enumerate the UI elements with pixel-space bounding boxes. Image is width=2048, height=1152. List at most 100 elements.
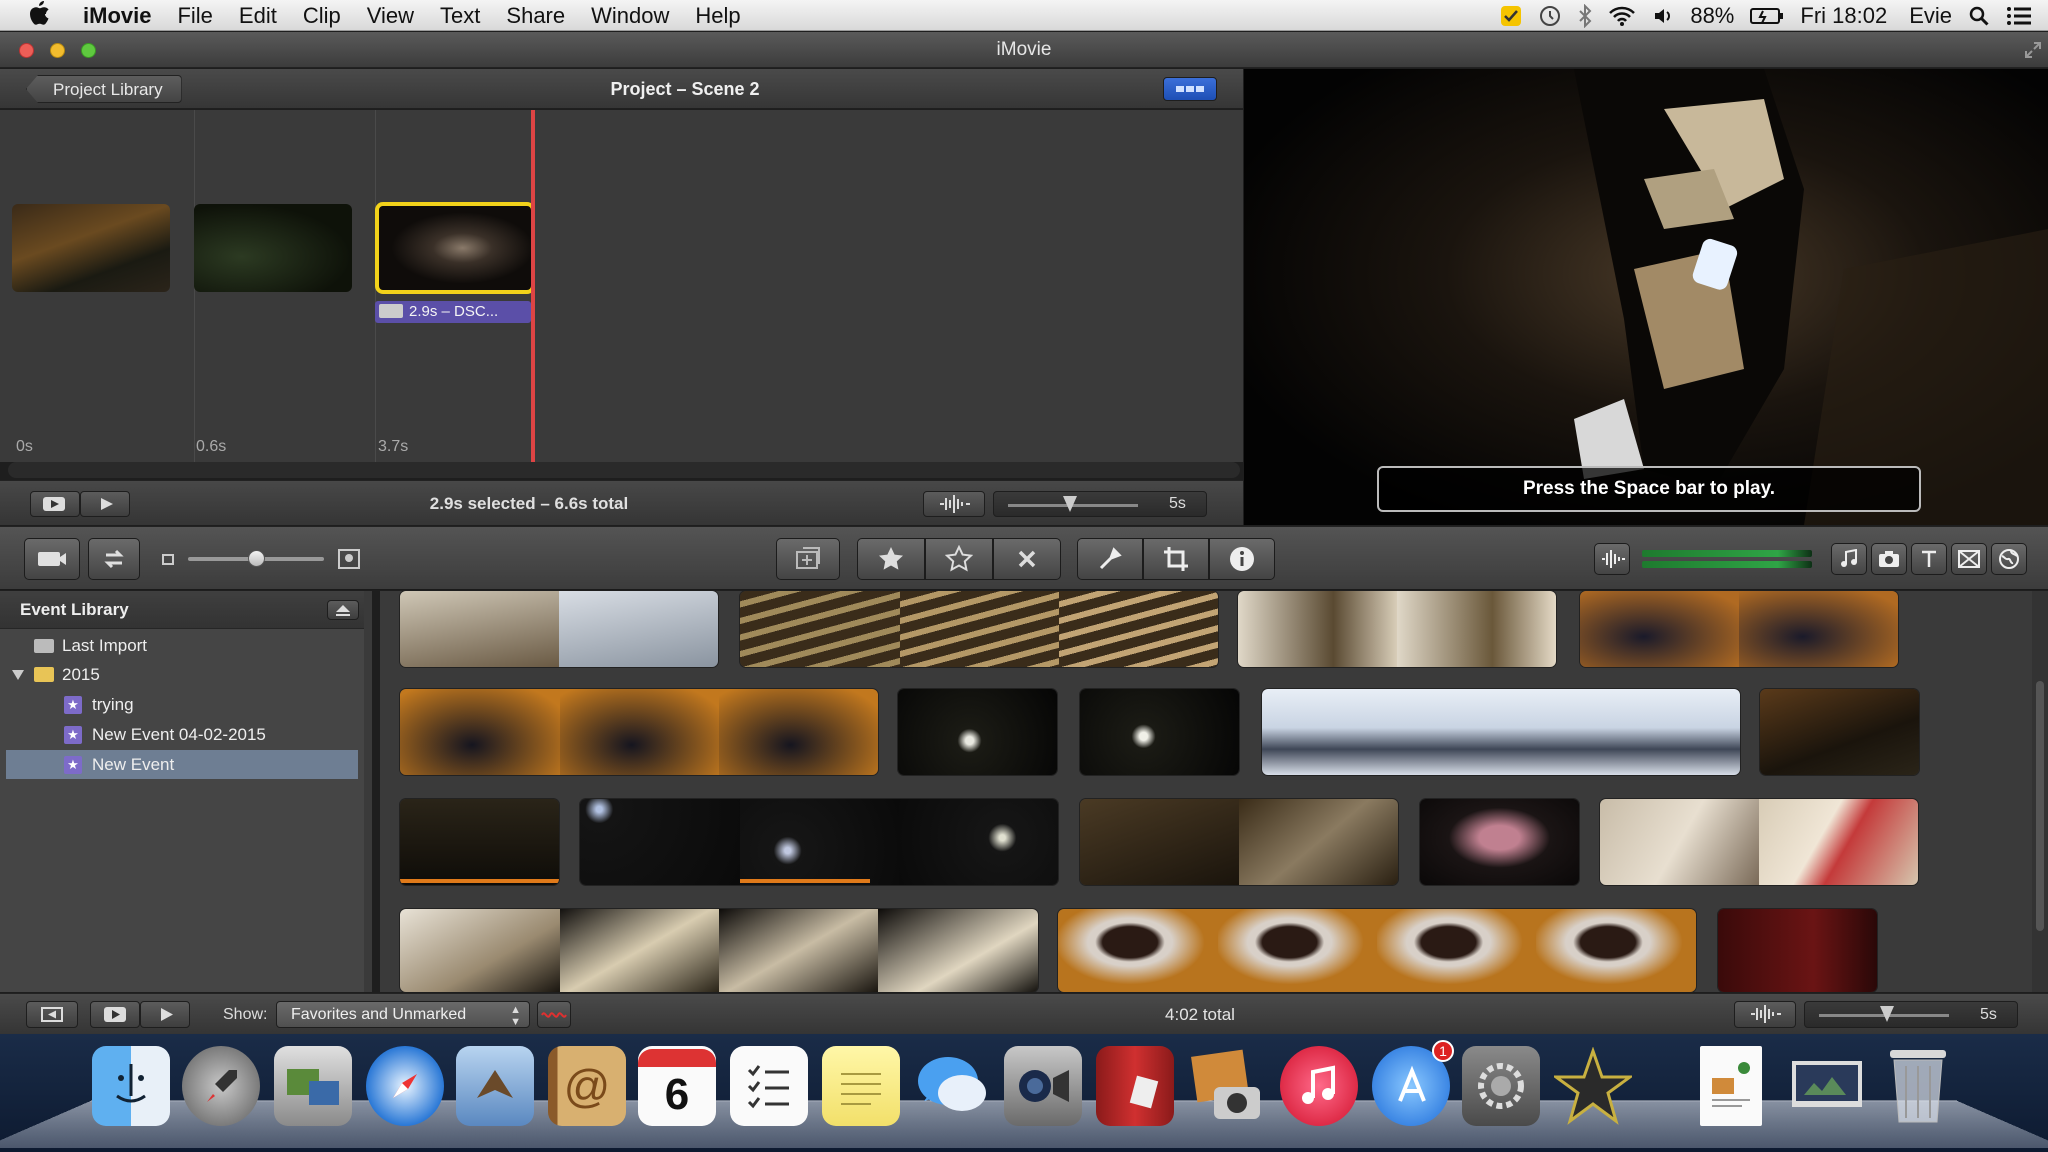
screenshot-stack-icon[interactable] [1786,1046,1872,1126]
crop-button[interactable] [1143,538,1209,580]
image-capture-icon[interactable] [274,1046,352,1126]
event-clip[interactable] [400,799,559,885]
menu-file[interactable]: File [164,0,225,31]
battery-icon[interactable] [1750,7,1784,25]
facetime-icon[interactable] [1004,1046,1082,1126]
event-clip[interactable] [1760,689,1919,775]
event-clip[interactable] [1718,909,1877,992]
event-item-new-event-04-02-2015[interactable]: ★ New Event 04-02-2015 [6,720,358,749]
event-item-new-event[interactable]: ★ New Event [6,750,358,779]
menu-text[interactable]: Text [427,0,493,31]
photo-browser-button[interactable] [1871,543,1907,575]
events-zoom-slider[interactable]: 5s [1804,1001,2018,1028]
browser-scrollbar[interactable] [2032,591,2048,992]
volume-icon[interactable] [1652,5,1674,27]
play-events-button[interactable] [140,1001,190,1028]
time-machine-icon[interactable] [1538,4,1562,28]
view-mode-button[interactable] [1163,77,1217,101]
project-scrollbar[interactable] [8,462,1240,478]
messages-icon[interactable] [914,1046,992,1126]
reminders-icon[interactable] [730,1046,808,1126]
photo-booth-icon[interactable] [1096,1046,1174,1126]
finder-icon[interactable] [92,1046,170,1126]
audio-skimming-button[interactable] [1594,543,1630,575]
show-hide-events-button[interactable] [26,1001,78,1028]
keyword-tool-button[interactable] [1077,538,1143,580]
event-clip[interactable] [1580,591,1898,667]
contacts-icon[interactable]: @ [548,1046,626,1126]
audio-skimming-toggle-button[interactable] [537,1001,571,1028]
event-clip[interactable] [1080,799,1398,885]
event-item-2015[interactable]: 2015 [6,660,358,689]
maps-browser-button[interactable] [1991,543,2027,575]
clip-title-label[interactable]: 2.9s – DSC... [375,301,531,323]
slider-knob[interactable] [248,550,265,567]
calendar-icon[interactable]: 6 [638,1046,716,1126]
slider-knob[interactable] [1063,496,1077,512]
import-camera-button[interactable] [24,538,80,580]
project-clip[interactable] [194,204,352,292]
wifi-icon[interactable] [1608,5,1636,27]
menu-app[interactable]: iMovie [70,0,164,31]
event-clip[interactable] [580,799,1058,885]
project-timeline[interactable]: 2.9s – DSC... 0s 0.6s 3.7s [0,110,1243,462]
show-filter-select[interactable]: Favorites and Unmarked ▲ ▼ [276,1001,530,1028]
menu-edit[interactable]: Edit [226,0,290,31]
document-icon[interactable] [1700,1046,1762,1126]
clip-size-slider[interactable] [188,550,324,567]
unmark-button[interactable] [925,538,993,580]
project-clip-selected[interactable] [375,202,535,294]
slider-knob[interactable] [1880,1006,1894,1022]
clock[interactable]: Fri 18:02 [1800,3,1887,29]
fullscreen-icon[interactable] [2024,41,2042,59]
play-fullscreen-events-button[interactable] [90,1001,140,1028]
add-to-project-button[interactable] [776,538,840,580]
menu-share[interactable]: Share [493,0,578,31]
checkmark-icon[interactable] [1500,5,1522,27]
thumbnail-zoom-slider[interactable]: 5s [993,491,1207,517]
event-clip[interactable] [1600,799,1918,885]
preview-viewer[interactable]: Press the Space bar to play. [1244,69,2048,525]
safari-icon[interactable] [366,1046,444,1126]
menu-clip[interactable]: Clip [290,0,354,31]
disclosure-triangle-icon[interactable] [12,670,24,680]
menu-view[interactable]: View [354,0,427,31]
event-item-last-import[interactable]: Last Import [6,631,358,660]
project-clip[interactable] [12,204,170,292]
launchpad-icon[interactable] [182,1046,260,1126]
system-preferences-icon[interactable] [1462,1046,1540,1126]
mark-favorite-button[interactable] [857,538,925,580]
spotlight-icon[interactable] [1968,5,1990,27]
event-clip[interactable] [400,909,1038,992]
imovie-icon[interactable] [1554,1046,1632,1126]
transitions-browser-button[interactable] [1951,543,1987,575]
event-browser[interactable] [380,591,2032,992]
swap-panes-button[interactable] [88,538,140,580]
audio-waveform-events-button[interactable] [1734,1001,1796,1028]
eject-button[interactable] [327,600,359,620]
event-clip[interactable] [1262,689,1740,775]
itunes-icon[interactable] [1280,1046,1358,1126]
titles-browser-button[interactable] [1911,543,1947,575]
apple-icon[interactable] [0,0,70,31]
event-clip[interactable] [740,591,1218,667]
list-icon[interactable] [2006,5,2032,27]
event-clip[interactable] [400,689,878,775]
event-clip[interactable] [1080,689,1239,775]
audio-waveform-button[interactable] [923,491,985,517]
menu-window[interactable]: Window [578,0,682,31]
playhead[interactable] [531,110,535,462]
event-item-trying[interactable]: ★ trying [6,690,358,719]
mail-icon[interactable] [456,1046,534,1126]
event-clip[interactable] [898,689,1057,775]
event-clip[interactable] [400,591,718,667]
inspector-button[interactable] [1209,538,1275,580]
music-browser-button[interactable] [1831,543,1867,575]
menu-help[interactable]: Help [682,0,753,31]
user-name[interactable]: Evie [1909,3,1952,29]
notes-icon[interactable] [822,1046,900,1126]
reject-button[interactable] [993,538,1061,580]
iphoto-icon[interactable] [1188,1046,1266,1126]
bluetooth-icon[interactable] [1578,3,1592,28]
event-clip[interactable] [1420,799,1579,885]
